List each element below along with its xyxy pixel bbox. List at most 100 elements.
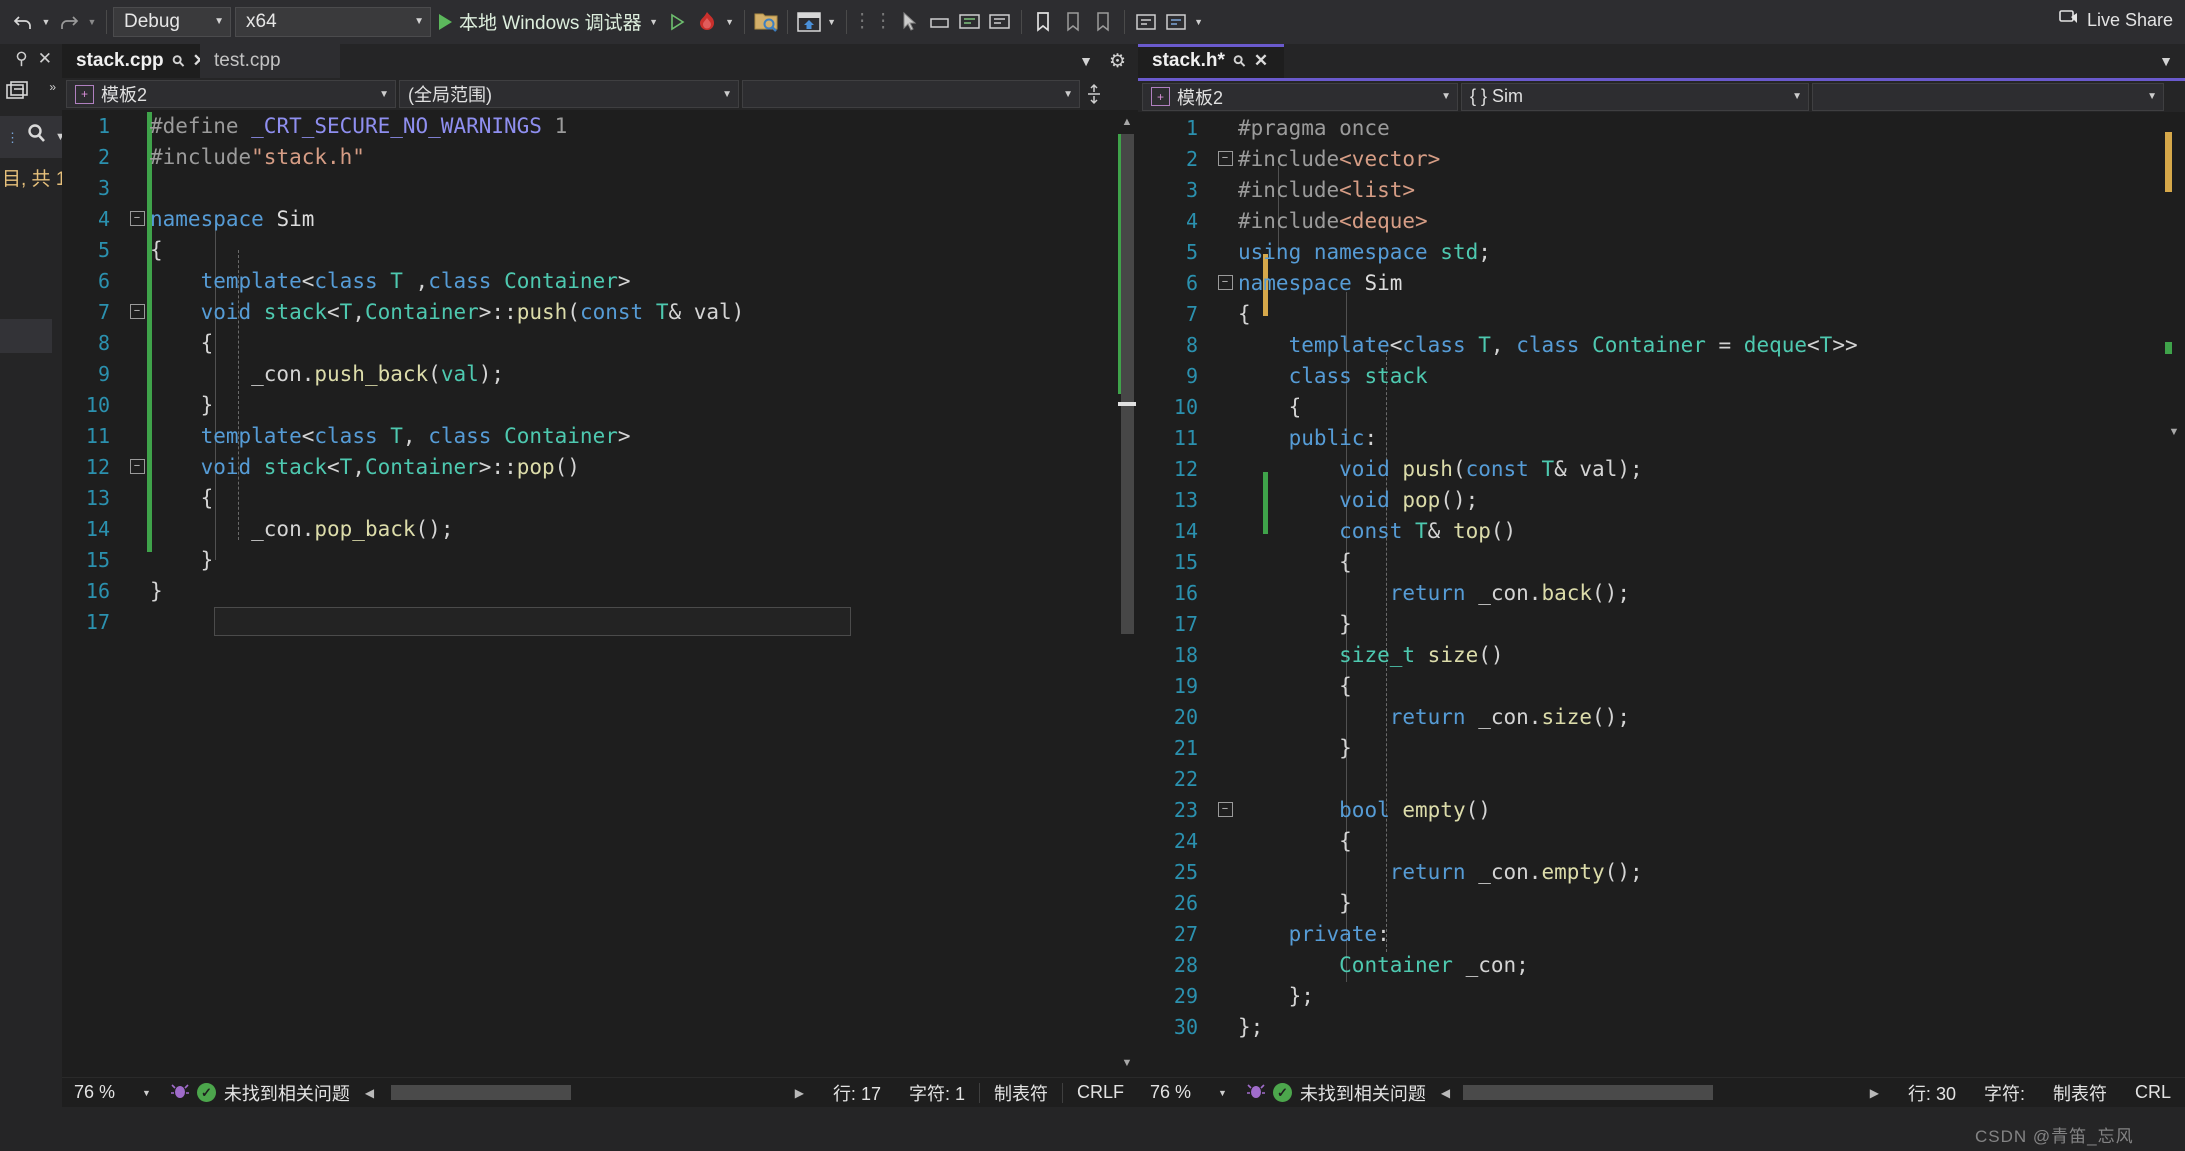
hscroll-track[interactable] (1457, 1085, 1863, 1100)
chevron-down-icon[interactable]: ▼ (1051, 89, 1073, 100)
uncomment-icon[interactable] (985, 5, 1015, 39)
nav-scope-combo-left[interactable]: (全局范围) ▼ (399, 80, 739, 108)
nav-member-combo-right[interactable]: ▼ (1812, 82, 2164, 111)
solution-platform-combo[interactable]: x64 ▼ (235, 6, 431, 37)
chevron-down-icon[interactable]: ▼ (2135, 91, 2157, 102)
redo-dropdown-caret[interactable]: ▼ (84, 5, 100, 39)
horizontal-scrollbar-left[interactable]: ◀ ▶ (358, 1084, 811, 1101)
nav-project-combo-left[interactable]: + 模板2 ▼ (66, 80, 396, 108)
code-editor-left[interactable]: 1 #define _CRT_SECURE_NO_WARNINGS 1 2 #incl… (62, 110, 1138, 1075)
code-line[interactable]: 8 template<class T, class Container = de… (1138, 329, 1858, 360)
solution-configuration-combo[interactable]: Debug ▼ (113, 6, 231, 37)
horizontal-scrollbar-right[interactable]: ◀ ▶ (1434, 1084, 1886, 1101)
live-share-button[interactable]: Live Share (2058, 8, 2173, 33)
code-line[interactable]: 9 class stack (1138, 360, 1858, 391)
code-line[interactable]: 9 _con.push_back(val); (62, 358, 744, 389)
code-line[interactable]: 5{ (62, 234, 744, 265)
code-line[interactable]: 23 − bool empty() (1138, 794, 1858, 825)
code-line[interactable]: 18 size_t size() (1138, 639, 1858, 670)
code-line[interactable]: 4 − namespace Sim (62, 203, 744, 234)
scroll-down-icon[interactable]: ▼ (1116, 1053, 1138, 1073)
overflow-chevrons-icon[interactable]: » (49, 80, 56, 94)
pin-icon[interactable]: ⚲ (1229, 51, 1250, 71)
start-debugging-button[interactable]: 本地 Windows 调试器 (435, 8, 646, 35)
code-line[interactable]: 17 (62, 606, 744, 637)
hscroll-track[interactable] (381, 1085, 788, 1100)
code-line[interactable]: 15 { (1138, 546, 1858, 577)
collapse-icon[interactable]: − (129, 459, 145, 474)
code-line[interactable]: 21 } (1138, 732, 1858, 763)
chevron-down-icon[interactable]: ▼ (1780, 91, 1802, 102)
chevron-down-icon[interactable]: ▼ (2159, 53, 2173, 69)
task-list-icon[interactable] (1131, 5, 1161, 39)
outlining-glyph[interactable]: − (1212, 802, 1238, 817)
code-line[interactable]: 6 template<class T ,class Container> (62, 265, 744, 296)
code-line[interactable]: 3 (62, 172, 744, 203)
nav-scope-combo-right[interactable]: { } Sim ▼ (1461, 82, 1809, 111)
code-line[interactable]: 10 } (62, 389, 744, 420)
tool-window-search-box[interactable]: ⋮ ▼ (0, 116, 66, 158)
chevron-down-icon[interactable]: ▼ (1429, 91, 1451, 102)
split-vertical-icon[interactable] (1083, 80, 1105, 108)
undo-icon[interactable] (8, 5, 38, 39)
bookmark-prev-icon[interactable] (1058, 5, 1088, 39)
code-line[interactable]: 26 } (1138, 887, 1858, 918)
hot-reload-caret[interactable]: ▼ (722, 5, 738, 39)
code-line[interactable]: 20 return _con.size(); (1138, 701, 1858, 732)
zoom-level-label[interactable]: 76 % (62, 1082, 140, 1103)
scrollbar-thumb[interactable] (1121, 134, 1134, 634)
code-line[interactable]: 8 { (62, 327, 744, 358)
code-line[interactable]: 14 _con.pop_back(); (62, 513, 744, 544)
hot-reload-icon[interactable] (692, 5, 722, 39)
code-line[interactable]: 17 } (1138, 608, 1858, 639)
code-line[interactable]: 12 void push(const T& val); (1138, 453, 1858, 484)
indent-icon[interactable] (925, 5, 955, 39)
outlining-glyph[interactable]: − (124, 459, 150, 474)
undo-dropdown-caret[interactable]: ▼ (38, 5, 54, 39)
vertical-scrollbar-right[interactable]: ▼ (2163, 112, 2185, 1077)
bookmark-next-icon[interactable] (1088, 5, 1118, 39)
bug-icon[interactable] (163, 1079, 197, 1107)
eol-indicator[interactable]: CRL (2121, 1082, 2185, 1103)
task-list-caret[interactable]: ▼ (1191, 5, 1207, 39)
code-line[interactable]: 11 public: (1138, 422, 1858, 453)
chevron-down-icon[interactable]: ▼ (200, 16, 224, 27)
zoom-level-label[interactable]: 76 % (1138, 1082, 1216, 1103)
indent-mode-indicator[interactable]: 制表符 (980, 1080, 1062, 1106)
code-line[interactable]: 7{ (1138, 298, 1858, 329)
close-icon[interactable]: ✕ (1254, 51, 1268, 71)
collapse-icon[interactable]: − (1217, 275, 1233, 290)
chevron-right-icon[interactable]: ▶ (788, 1086, 811, 1100)
bookmark-icon[interactable] (1028, 5, 1058, 39)
nav-project-combo-right[interactable]: + 模板2 ▼ (1142, 82, 1458, 111)
zoom-chevron-down-icon[interactable]: ▼ (140, 1088, 163, 1098)
hscroll-thumb[interactable] (391, 1085, 572, 1100)
chevron-left-icon[interactable]: ◀ (358, 1086, 381, 1100)
gear-icon[interactable]: ⚙ (1109, 50, 1126, 73)
chevron-down-icon[interactable]: ▼ (367, 89, 389, 100)
outlining-glyph[interactable]: − (124, 304, 150, 319)
collapse-icon[interactable]: − (1217, 802, 1233, 817)
code-line[interactable]: 4 #include<deque> (1138, 205, 1858, 236)
code-line[interactable]: 14 const T& top() (1138, 515, 1858, 546)
code-line[interactable]: 1 #define _CRT_SECURE_NO_WARNINGS 1 (62, 110, 744, 141)
bug-icon[interactable] (1239, 1079, 1273, 1107)
scroll-down-icon[interactable]: ▼ (2163, 422, 2185, 442)
tab-stack-h[interactable]: stack.h* ⚲ ✕ (1138, 44, 1284, 78)
outlining-glyph[interactable]: − (1212, 151, 1238, 166)
window-restore-icon[interactable] (4, 79, 34, 111)
code-line[interactable]: 11 template<class T, class Container> (62, 420, 744, 451)
chevron-left-icon[interactable]: ◀ (1434, 1086, 1457, 1100)
scroll-up-icon[interactable]: ▲ (1116, 112, 1138, 132)
hscroll-thumb[interactable] (1463, 1085, 1714, 1100)
zoom-chevron-down-icon[interactable]: ▼ (1216, 1088, 1239, 1098)
code-line[interactable]: 28 Container _con; (1138, 949, 1858, 980)
code-line[interactable]: 7 − void stack<T,Container>::push(const T… (62, 296, 744, 327)
code-line[interactable]: 22 (1138, 763, 1858, 794)
code-line[interactable]: 24 { (1138, 825, 1858, 856)
chevron-down-icon[interactable]: ▼ (400, 16, 424, 27)
chevron-down-icon[interactable]: ▼ (1079, 53, 1093, 69)
code-line[interactable]: 16} (62, 575, 744, 606)
pin-icon[interactable]: ⚲ (15, 49, 27, 69)
tab-test-cpp[interactable]: test.cpp (200, 44, 340, 78)
